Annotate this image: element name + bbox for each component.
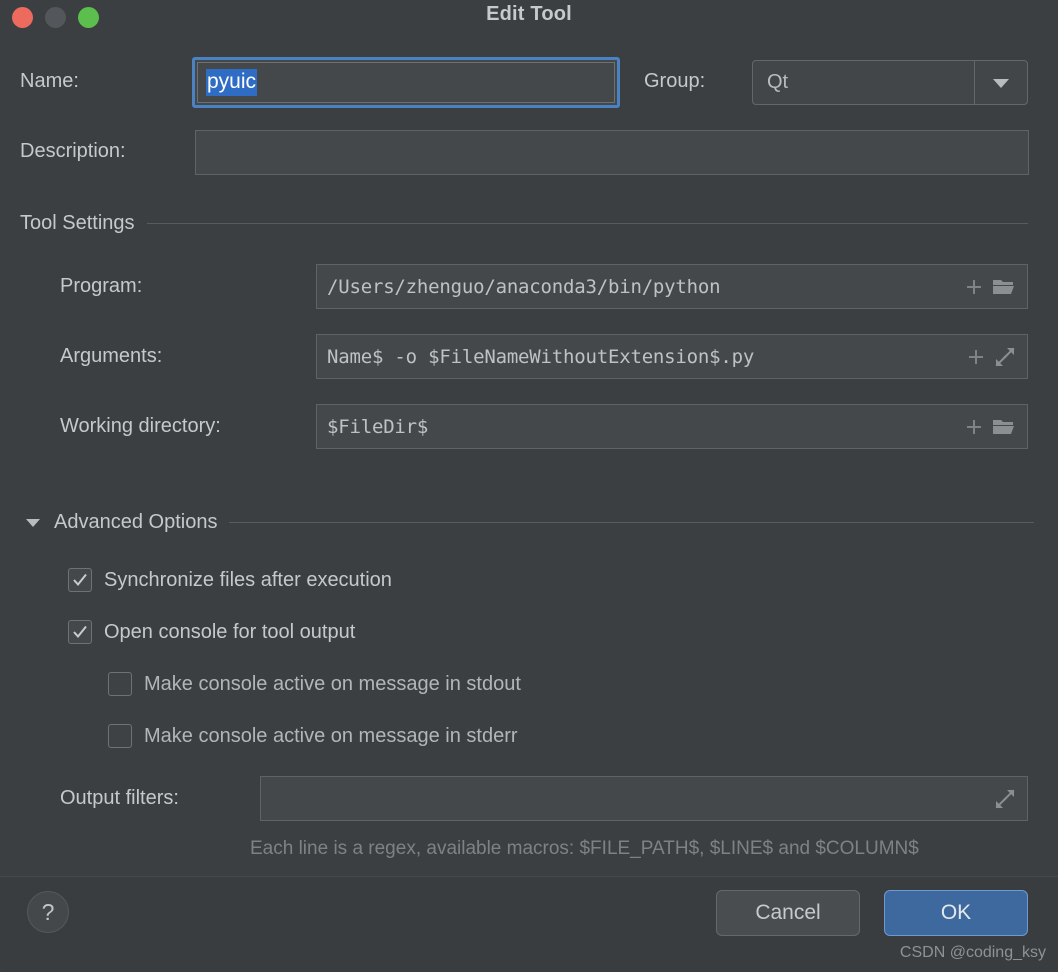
watermark: CSDN @coding_ksy	[899, 944, 1046, 961]
plus-icon[interactable]	[964, 417, 984, 437]
advanced-options-title: Advanced Options	[54, 511, 218, 533]
checkbox-console-active-stdout[interactable]	[108, 672, 132, 696]
output-filters-input[interactable]	[260, 776, 1028, 821]
chevron-down-icon[interactable]	[974, 61, 1027, 104]
working-directory-label: Working directory:	[60, 415, 221, 437]
checkbox-row-console-active-stdout[interactable]: Make console active on message in stdout	[108, 672, 521, 696]
checkbox-row-sync-files[interactable]: Synchronize files after execution	[68, 568, 392, 592]
expand-icon[interactable]	[994, 346, 1016, 368]
group-select[interactable]: Qt	[752, 60, 1028, 105]
help-button[interactable]: ?	[27, 891, 69, 933]
output-filters-hint: Each line is a regex, available macros: …	[250, 838, 919, 859]
working-directory-input-value: $FileDir$	[327, 415, 429, 438]
group-label: Group:	[644, 70, 706, 92]
checkbox-console-active-stderr[interactable]	[108, 724, 132, 748]
name-label: Name:	[20, 70, 79, 92]
name-input-value: pyuic	[206, 68, 258, 97]
tool-settings-section-header: Tool Settings	[20, 212, 1028, 235]
expand-icon[interactable]	[994, 788, 1016, 810]
working-directory-input[interactable]: $FileDir$	[316, 404, 1028, 449]
title-bar: Edit Tool	[0, 0, 1058, 44]
cancel-button[interactable]: Cancel	[716, 890, 860, 936]
checkbox-row-open-console[interactable]: Open console for tool output	[68, 620, 355, 644]
program-label: Program:	[60, 275, 143, 297]
checkbox-label: Open console for tool output	[104, 620, 356, 643]
checkbox-label: Make console active on message in stdout	[144, 672, 521, 695]
ok-button[interactable]: OK	[884, 890, 1028, 936]
section-divider	[229, 522, 1034, 523]
checkbox-label: Make console active on message in stderr	[144, 724, 518, 747]
arguments-input-value: Name$ -o $FileNameWithoutExtension$.py	[327, 345, 755, 368]
folder-icon[interactable]	[992, 277, 1016, 297]
chevron-down-icon[interactable]	[26, 518, 40, 527]
description-label: Description:	[20, 140, 126, 162]
tool-settings-title: Tool Settings	[20, 212, 135, 234]
checkbox-sync-files[interactable]	[68, 568, 92, 592]
edit-tool-dialog: Edit Tool Name: pyuic Group: Qt Descript…	[0, 0, 1058, 972]
plus-icon[interactable]	[964, 277, 984, 297]
name-input-inner[interactable]: pyuic	[197, 62, 615, 103]
output-filters-label: Output filters:	[60, 787, 179, 809]
group-select-value: Qt	[767, 71, 789, 93]
name-input[interactable]: pyuic	[192, 57, 620, 108]
plus-icon[interactable]	[966, 347, 986, 367]
dialog-title: Edit Tool	[486, 3, 572, 25]
advanced-options-section-header[interactable]: Advanced Options	[26, 511, 1034, 534]
description-input[interactable]	[195, 130, 1029, 175]
arguments-input[interactable]: Name$ -o $FileNameWithoutExtension$.py	[316, 334, 1028, 379]
arguments-label: Arguments:	[60, 345, 163, 367]
program-input[interactable]: /Users/zhenguo/anaconda3/bin/python	[316, 264, 1028, 309]
folder-icon[interactable]	[992, 417, 1016, 437]
program-input-value: /Users/zhenguo/anaconda3/bin/python	[327, 275, 721, 298]
checkbox-open-console[interactable]	[68, 620, 92, 644]
checkbox-label: Synchronize files after execution	[104, 568, 392, 591]
section-divider	[146, 223, 1028, 224]
checkbox-row-console-active-stderr[interactable]: Make console active on message in stderr	[108, 724, 518, 748]
